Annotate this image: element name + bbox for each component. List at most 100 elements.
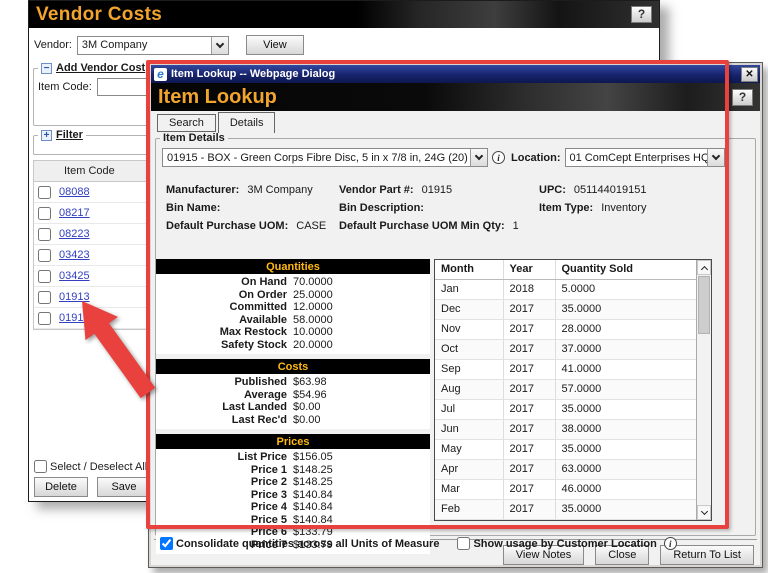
close-icon[interactable]: ✕	[741, 67, 758, 82]
chevron-down-icon[interactable]	[470, 149, 487, 166]
item-code-link[interactable]: 01913	[59, 291, 90, 303]
vendor-part-label: Vendor Part #:	[339, 184, 414, 196]
vendor-select[interactable]: 3M Company	[77, 36, 229, 55]
quantities-section: Quantities On Hand70.0000On Order25.0000…	[156, 259, 430, 354]
item-checkbox[interactable]	[38, 186, 51, 199]
dialog-help-icon[interactable]: ?	[732, 89, 753, 106]
item-select[interactable]: 01915 - BOX - Green Corps Fibre Disc, 5 …	[162, 148, 488, 167]
table-row[interactable]: Aug201757.0000	[435, 380, 697, 400]
select-deselect-all[interactable]: Select / Deselect All	[34, 460, 151, 473]
list-item: 01915	[34, 308, 146, 329]
table-row[interactable]: Dec201735.0000	[435, 300, 697, 320]
vendor-select-value: 3M Company	[78, 39, 211, 51]
table-row[interactable]: Sep201741.0000	[435, 360, 697, 380]
location-select-value: 01 ComCept Enterprises HQ	[566, 152, 707, 164]
tab-bar: Search Details	[151, 111, 760, 132]
chevron-down-icon[interactable]	[211, 37, 228, 54]
info-icon[interactable]: i	[492, 151, 505, 164]
list-item: 03423	[34, 245, 146, 266]
quantity-sold-column-header[interactable]: Quantity Sold	[555, 260, 697, 280]
item-code-link[interactable]: 08088	[59, 186, 90, 198]
section-row: On Order25.0000	[156, 289, 430, 302]
list-item: 08088	[34, 182, 146, 203]
item-code-link[interactable]: 08223	[59, 228, 90, 240]
scroll-down-icon[interactable]	[697, 505, 711, 520]
table-cell: Dec	[435, 300, 503, 320]
show-usage-checkbox[interactable]	[457, 537, 470, 550]
table-row[interactable]: May201735.0000	[435, 440, 697, 460]
tab-search[interactable]: Search	[157, 114, 216, 132]
table-cell: Mar	[435, 480, 503, 500]
section-row: Safety Stock20.0000	[156, 339, 430, 352]
manufacturer-value: 3M Company	[247, 184, 312, 196]
item-code-column-header: Item Code	[34, 161, 146, 182]
uom-min-qty-value: 1	[513, 220, 519, 232]
filter-label[interactable]: Filter	[56, 129, 83, 141]
table-row[interactable]: Apr201763.0000	[435, 460, 697, 480]
table-row[interactable]: Feb201735.0000	[435, 500, 697, 520]
collapse-icon[interactable]: −	[41, 63, 52, 74]
table-cell: 5.0000	[555, 280, 697, 300]
scrollbar-thumb[interactable]	[698, 276, 710, 334]
item-code-link[interactable]: 03423	[59, 249, 90, 261]
table-row[interactable]: Jan20185.0000	[435, 280, 697, 300]
table-cell: 28.0000	[555, 320, 697, 340]
chevron-down-icon[interactable]	[707, 149, 724, 166]
info-icon[interactable]: i	[664, 537, 677, 550]
quantities-header: Quantities	[156, 259, 430, 274]
table-row[interactable]: Nov201728.0000	[435, 320, 697, 340]
uom-value: CASE	[296, 220, 326, 232]
vendor-label: Vendor:	[34, 39, 72, 51]
delete-button[interactable]: Delete	[34, 477, 88, 497]
table-row[interactable]: Jul201735.0000	[435, 400, 697, 420]
select-all-checkbox[interactable]	[34, 460, 47, 473]
scroll-up-icon[interactable]	[697, 260, 711, 275]
location-label: Location:	[511, 152, 561, 164]
year-column-header[interactable]: Year	[503, 260, 555, 280]
list-item: 03425	[34, 266, 146, 287]
help-icon[interactable]: ?	[631, 6, 652, 23]
table-cell: Jun	[435, 420, 503, 440]
table-row[interactable]: Jun201738.0000	[435, 420, 697, 440]
item-checkbox[interactable]	[38, 270, 51, 283]
item-code-list: Item Code 08088 08217 08223 03423 03425 01913…	[33, 160, 147, 330]
show-usage-option[interactable]: Show usage by Customer Location i	[457, 537, 676, 550]
table-row[interactable]: Mar201746.0000	[435, 480, 697, 500]
section-row: On Hand70.0000	[156, 276, 430, 289]
section-row: Available58.0000	[156, 314, 430, 327]
table-cell: 2017	[503, 300, 555, 320]
tab-details[interactable]: Details	[218, 112, 276, 133]
item-code-link[interactable]: 03425	[59, 270, 90, 282]
save-button[interactable]: Save	[97, 477, 151, 497]
view-button[interactable]: View	[246, 35, 304, 55]
item-code-link[interactable]: 08217	[59, 207, 90, 219]
item-details-label: Item Details	[160, 132, 228, 144]
month-column-header[interactable]: Month	[435, 260, 503, 280]
item-lookup-title: Item Lookup	[158, 86, 732, 109]
scrollbar[interactable]	[696, 260, 711, 520]
consolidate-label: Consolidate quantities across all Units …	[176, 538, 439, 550]
item-checkbox[interactable]	[38, 249, 51, 262]
upc-value: 051144019151	[574, 184, 647, 196]
location-select[interactable]: 01 ComCept Enterprises HQ	[565, 148, 725, 167]
table-cell: 35.0000	[555, 520, 697, 522]
table-cell: Feb	[435, 500, 503, 520]
consolidate-checkbox[interactable]	[160, 537, 173, 550]
uom-label: Default Purchase UOM:	[166, 220, 288, 232]
consolidate-option[interactable]: Consolidate quantities across all Units …	[160, 537, 439, 550]
expand-icon[interactable]: +	[41, 130, 52, 141]
item-checkbox[interactable]	[38, 312, 51, 325]
item-checkbox[interactable]	[38, 228, 51, 241]
add-vendor-cost-label[interactable]: Add Vendor Cost	[56, 62, 145, 74]
table-cell: 2017	[503, 320, 555, 340]
item-checkbox[interactable]	[38, 207, 51, 220]
table-row[interactable]: Oct201737.0000	[435, 340, 697, 360]
table-row[interactable]: Jan201735.0000	[435, 520, 697, 522]
section-row: Price 4$140.84	[156, 501, 430, 514]
item-code-link[interactable]: 01915	[59, 312, 90, 324]
costs-section: Costs Published$63.98Average$54.96Last L…	[156, 359, 430, 429]
item-checkbox[interactable]	[38, 291, 51, 304]
table-cell: 2017	[503, 420, 555, 440]
dialog-titlebar[interactable]: e Item Lookup -- Webpage Dialog ✕	[151, 65, 760, 83]
table-cell: 2017	[503, 440, 555, 460]
